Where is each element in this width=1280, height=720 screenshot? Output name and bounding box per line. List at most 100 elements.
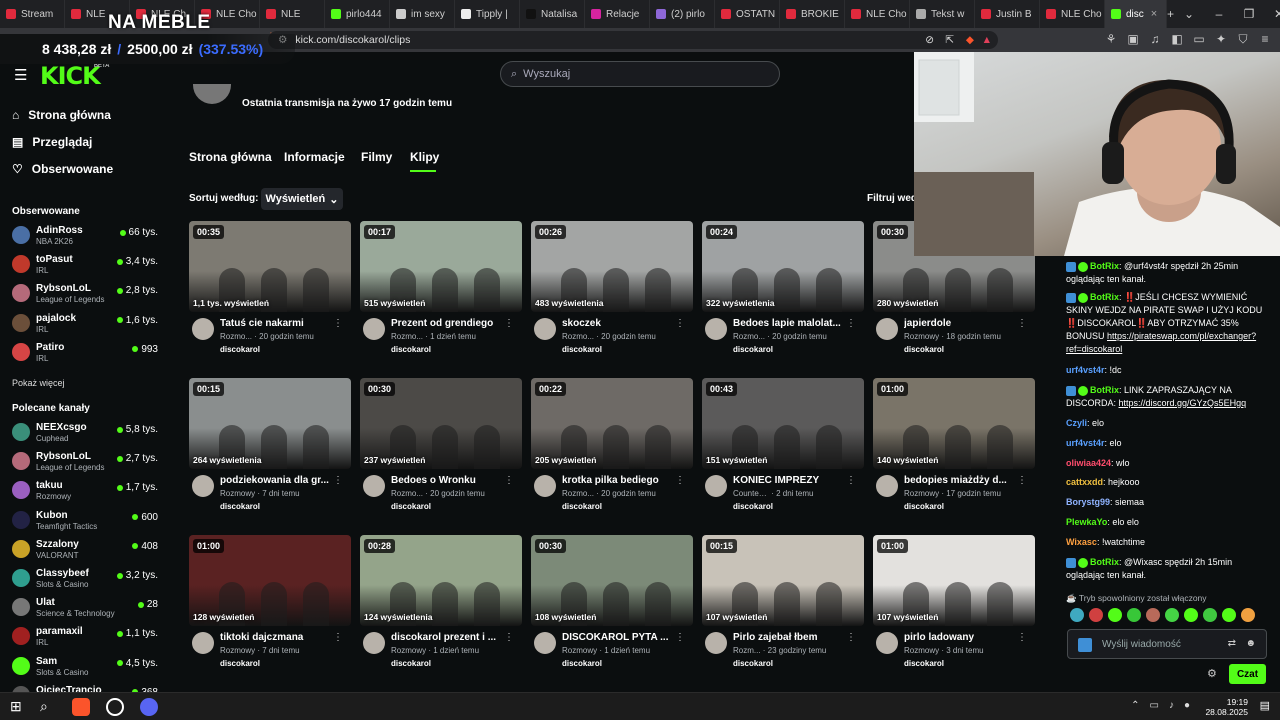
- windows-start-icon[interactable]: ⊞: [10, 698, 28, 716]
- avatar[interactable]: [363, 475, 385, 497]
- clip-thumbnail[interactable]: 00:30 237 wyświetleń: [360, 378, 522, 469]
- address-bar[interactable]: ⚙ kick.com/discokarol/clips ⊘ ⇱ ◆ ▲: [268, 31, 998, 49]
- menu-icon[interactable]: ☰: [14, 66, 27, 84]
- sidebar-channel[interactable]: Ulat Science & Technology 28: [12, 595, 164, 621]
- clip-title[interactable]: discokarol prezent i ...: [391, 632, 509, 643]
- clip-card[interactable]: 00:17 515 wyświetleń Prezent od grendiego ⋮…: [360, 221, 522, 361]
- clip-card[interactable]: 00:43 151 wyświetleń KONIEC IMPREZY ⋮ Counte…: [702, 378, 864, 518]
- clip-title[interactable]: krotka pilka bediego: [562, 475, 680, 486]
- more-options-icon[interactable]: ⋮: [1017, 318, 1027, 329]
- clip-thumbnail[interactable]: 01:00 107 wyświetleń: [873, 535, 1035, 626]
- chat-username[interactable]: cattxxdd: [1066, 477, 1103, 487]
- clip-card[interactable]: 00:22 205 wyświetleń krotka pilka bediego ⋮…: [531, 378, 693, 518]
- browser-tab[interactable]: OSTATN: [715, 0, 780, 28]
- avatar[interactable]: [705, 632, 727, 654]
- obs-icon[interactable]: [106, 698, 124, 716]
- browser-tab[interactable]: Natalisa: [520, 0, 585, 28]
- close-window-icon[interactable]: ✕: [1264, 7, 1280, 21]
- clip-category[interactable]: Rozmo...: [733, 332, 765, 341]
- clip-author[interactable]: discokarol: [562, 659, 602, 668]
- extensions-icon[interactable]: ⚘: [1100, 32, 1122, 47]
- clip-thumbnail[interactable]: 00:35 1,1 tys. wyświetleń: [189, 221, 351, 312]
- clip-category[interactable]: Rozm...: [733, 646, 761, 655]
- discord-icon[interactable]: [140, 698, 158, 716]
- browser-tab[interactable]: Stream: [0, 0, 65, 28]
- clip-title[interactable]: bedopies miażdży d...: [904, 475, 1022, 486]
- clip-thumbnail[interactable]: 00:15 264 wyświetlenia: [189, 378, 351, 469]
- clip-author[interactable]: discokarol: [904, 659, 944, 668]
- more-options-icon[interactable]: ⋮: [333, 318, 343, 329]
- extension-icon[interactable]: ▣: [1122, 32, 1144, 47]
- channel-tab[interactable]: Strona główna: [189, 150, 272, 164]
- sidebar-channel[interactable]: toPasut IRL 3,4 tys.: [12, 252, 164, 278]
- clip-title[interactable]: DISCOKAROL PYTA ...: [562, 632, 680, 643]
- sidebar-channel[interactable]: AdinRoss NBA 2K26 66 tys.: [12, 223, 164, 249]
- clip-title[interactable]: Tatuś cie nakarmi: [220, 318, 338, 329]
- more-options-icon[interactable]: ⋮: [846, 632, 856, 643]
- more-options-icon[interactable]: ⋮: [504, 318, 514, 329]
- browser-tab[interactable]: Justin B: [975, 0, 1040, 28]
- more-options-icon[interactable]: ⋮: [333, 632, 343, 643]
- notifications-icon[interactable]: ▤: [1260, 699, 1270, 712]
- clip-category[interactable]: Rozmowy: [562, 646, 597, 655]
- clip-title[interactable]: skoczek: [562, 318, 680, 329]
- more-options-icon[interactable]: ⋮: [675, 475, 685, 486]
- avatar[interactable]: [534, 632, 556, 654]
- clip-thumbnail[interactable]: 00:24 322 wyświetlenia: [702, 221, 864, 312]
- clip-category[interactable]: Rozmo...: [562, 489, 594, 498]
- search-icon[interactable]: ⌕: [40, 698, 58, 716]
- avatar[interactable]: [876, 318, 898, 340]
- avatar[interactable]: [363, 318, 385, 340]
- sidebar-channel[interactable]: pajalock IRL 1,6 tys.: [12, 311, 164, 337]
- sidebar-channel[interactable]: RybsonLoL League of Legends 2,8 tys.: [12, 281, 164, 307]
- clip-category[interactable]: Rozmowy: [220, 489, 255, 498]
- chat-username[interactable]: Wixasc: [1066, 537, 1097, 547]
- browser-tab[interactable]: im sexy: [390, 0, 455, 28]
- clip-title[interactable]: podziekowania dla gr...: [220, 475, 338, 486]
- clip-author[interactable]: discokarol: [733, 502, 773, 511]
- browser-tab[interactable]: Relacje: [585, 0, 650, 28]
- chat-username[interactable]: urf4vst4r: [1066, 365, 1105, 375]
- clip-author[interactable]: discokarol: [220, 345, 260, 354]
- chat-username[interactable]: urf4vst4r: [1066, 438, 1105, 448]
- sidebar-channel[interactable]: Sam Slots & Casino 4,5 tys.: [12, 654, 164, 680]
- emote-icon[interactable]: [1241, 608, 1255, 622]
- browser-tab[interactable]: Tipply |: [455, 0, 520, 28]
- avatar[interactable]: [192, 475, 214, 497]
- clip-title[interactable]: Pirlo zajebał łbem: [733, 632, 851, 643]
- clip-thumbnail[interactable]: 00:17 515 wyświetleń: [360, 221, 522, 312]
- clip-card[interactable]: 00:26 483 wyświetlenia skoczek ⋮ Rozmo... · …: [531, 221, 693, 361]
- chat-username[interactable]: BotRix: [1090, 292, 1119, 302]
- browser-tab[interactable]: NLE Cho: [1040, 0, 1105, 28]
- chat-username[interactable]: PlewkaYo: [1066, 517, 1107, 527]
- clip-title[interactable]: KONIEC IMPREZY: [733, 475, 851, 486]
- new-tab-icon[interactable]: +: [1167, 7, 1174, 21]
- clip-title[interactable]: tiktoki dajczmana: [220, 632, 338, 643]
- emote-icon[interactable]: [1165, 608, 1179, 622]
- clip-author[interactable]: discokarol: [733, 345, 773, 354]
- chat-username[interactable]: oliwiaa424: [1066, 458, 1111, 468]
- clip-author[interactable]: discokarol: [391, 345, 431, 354]
- chat-username[interactable]: Borystg99: [1066, 497, 1110, 507]
- browser-tab[interactable]: pirlo444: [325, 0, 390, 28]
- clip-category[interactable]: Rozmo...: [391, 489, 423, 498]
- sidebar-channel[interactable]: Kubon Teamfight Tactics 600: [12, 508, 164, 534]
- commands-icon[interactable]: ⇄: [1228, 638, 1236, 649]
- browser-tab[interactable]: disc ×: [1105, 0, 1167, 28]
- clip-category[interactable]: Rozmo...: [562, 332, 594, 341]
- chat-identity-icon[interactable]: [1078, 638, 1092, 652]
- emote-icon[interactable]: [1203, 608, 1217, 622]
- brave-rewards-icon[interactable]: ▲: [982, 34, 992, 46]
- clip-thumbnail[interactable]: 00:22 205 wyświetleń: [531, 378, 693, 469]
- clip-category[interactable]: Rozmowy: [220, 646, 255, 655]
- sidebar-channel[interactable]: paramaxil IRL 1,1 tys.: [12, 624, 164, 650]
- clip-card[interactable]: 00:28 124 wyświetlenia discokarol prezent …: [360, 535, 522, 675]
- channel-tab[interactable]: Informacje: [284, 150, 345, 164]
- clip-author[interactable]: discokarol: [391, 502, 431, 511]
- brave-browser-icon[interactable]: [72, 698, 90, 716]
- clip-thumbnail[interactable]: 01:00 140 wyświetleń: [873, 378, 1035, 469]
- sidebar-channel[interactable]: RybsonLoL League of Legends 2,7 tys.: [12, 449, 164, 475]
- clip-category[interactable]: Rozmo...: [220, 332, 252, 341]
- channel-tab[interactable]: Klipy: [410, 150, 439, 164]
- clip-card[interactable]: 01:00 140 wyświetleń bedopies miażdży d...…: [873, 378, 1035, 518]
